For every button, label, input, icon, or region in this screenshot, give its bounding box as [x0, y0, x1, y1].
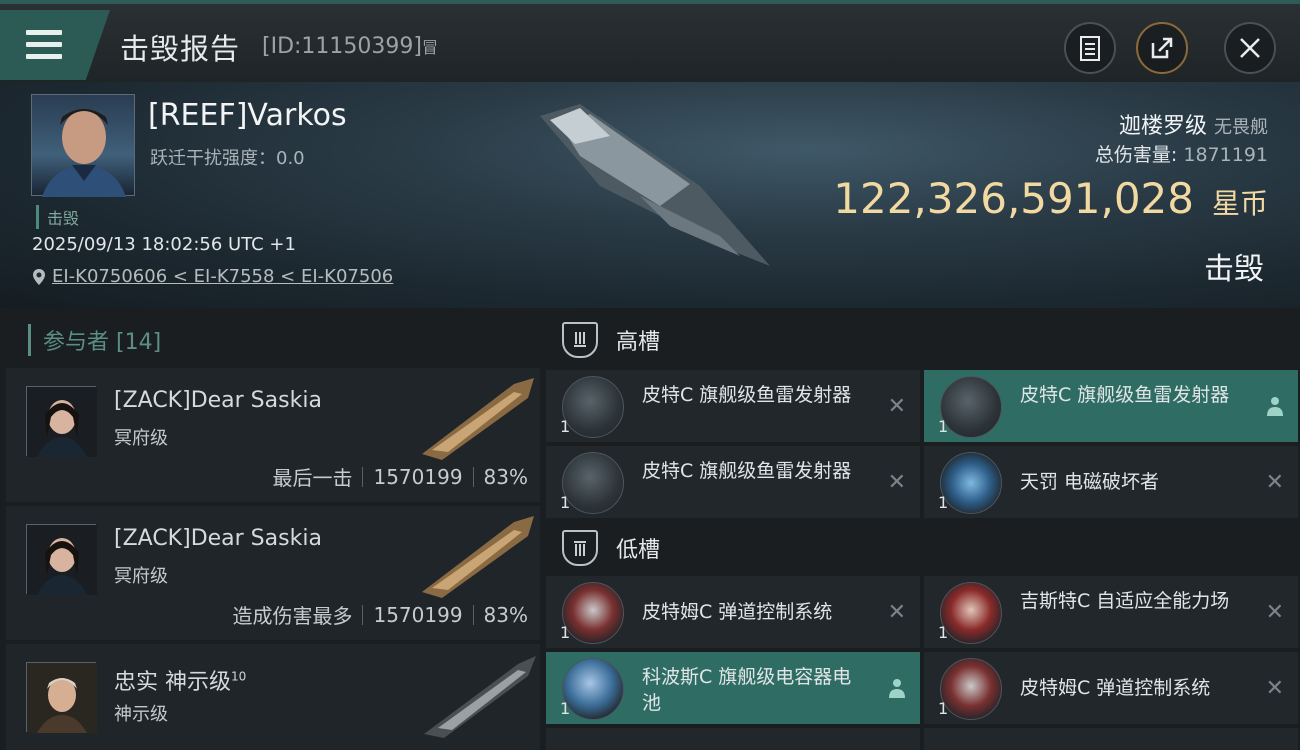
ballistic-control-icon — [562, 582, 624, 644]
victim-panel: [REEF]Varkos 跃迁干扰强度：0.0 击毁 2025/09/13 18… — [0, 82, 1300, 308]
high-slot-section: 高槽 — [540, 310, 1300, 370]
participant-ship: 冥府级 — [114, 428, 168, 449]
participant-ship-image — [422, 378, 534, 460]
kill-datetime: 2025/09/13 18:02:56 UTC +1 — [32, 234, 296, 255]
low-slot-icon — [562, 530, 598, 566]
top-bar: 击毁报告 [ID:11150399]冒 — [0, 0, 1300, 82]
dropped-person-icon — [889, 679, 905, 698]
warp-scramble-strength: 跃迁干扰强度：0.0 — [150, 148, 305, 169]
low-slot-section: 低槽 — [540, 518, 1300, 578]
ballistic-control-icon — [940, 658, 1002, 720]
shield-field-icon — [940, 582, 1002, 644]
participant-stats: 最后一击 1570199 83% — [272, 464, 528, 491]
total-damage: 总伤害量: 1871191 — [1094, 144, 1268, 166]
participant-ship-image — [422, 516, 534, 598]
fitting-panel: 高槽 1 皮特C 旗舰级鱼雷发射器 ✕ 1 皮特C 旗舰级鱼雷发射器 1 皮特C… — [540, 308, 1300, 750]
clipboard-button[interactable] — [1064, 22, 1116, 74]
menu-button[interactable] — [0, 10, 110, 80]
participant-avatar — [26, 524, 97, 595]
module-item-partial[interactable] — [924, 728, 1298, 750]
torpedo-launcher-icon — [562, 452, 624, 514]
torpedo-launcher-icon — [940, 376, 1002, 438]
capacitor-battery-icon — [562, 658, 624, 720]
high-slot-icon — [562, 322, 598, 358]
participant-avatar — [26, 662, 97, 733]
module-item[interactable]: 1 皮特C 旗舰级鱼雷发射器 — [924, 370, 1298, 442]
participant-ship: 神示级 — [114, 704, 168, 725]
torpedo-launcher-icon — [562, 376, 624, 438]
menu-icon — [26, 30, 62, 35]
emp-disruptor-icon — [940, 452, 1002, 514]
module-item-partial[interactable] — [546, 728, 920, 750]
participant-row[interactable]: [ZACK]Dear Saskia 冥府级 最后一击 1570199 83% — [6, 368, 540, 502]
module-item[interactable]: 1 皮特C 旗舰级鱼雷发射器 ✕ — [546, 446, 920, 518]
module-item[interactable]: 1 皮特姆C 弹道控制系统 ✕ — [924, 652, 1298, 724]
report-id: [ID:11150399]冒 — [262, 34, 438, 59]
victim-pilot-name[interactable]: [REEF]Varkos — [148, 98, 347, 133]
participant-name: [ZACK]Dear Saskia — [114, 388, 322, 413]
destroyed-icon: ✕ — [1265, 470, 1284, 495]
share-icon — [1151, 37, 1173, 59]
status-badge: 击毁 — [36, 205, 79, 229]
clipboard-icon — [1080, 36, 1100, 61]
module-item[interactable]: 1 天罚 电磁破坏者 ✕ — [924, 446, 1298, 518]
destroyed-icon: ✕ — [887, 394, 906, 419]
destroyed-icon: ✕ — [887, 600, 906, 625]
page-title: 击毁报告 — [120, 32, 241, 66]
participant-row[interactable]: 忠实 神示级10 神示级 — [6, 644, 540, 750]
module-item[interactable]: 1 吉斯特C 自适应全能力场 ✕ — [924, 576, 1298, 648]
destroyed-icon: ✕ — [1265, 600, 1284, 625]
isk-value: 122,326,591,028 星币 — [833, 174, 1268, 223]
module-item[interactable]: 1 科波斯C 旗舰级电容器电池 — [546, 652, 920, 724]
dropped-person-icon — [1267, 397, 1283, 416]
participant-ship: 冥府级 — [114, 566, 168, 587]
module-item[interactable]: 1 皮特C 旗舰级鱼雷发射器 ✕ — [546, 370, 920, 442]
kill-location[interactable]: EI-K0750606 < EI-K7558 < EI-K07506 — [32, 266, 393, 287]
kill-result: 击毁 — [1204, 252, 1264, 287]
close-button[interactable] — [1224, 22, 1276, 74]
participant-stats: 造成伤害最多 1570199 83% — [232, 602, 528, 629]
share-button[interactable] — [1136, 22, 1188, 74]
destroyed-icon: ✕ — [1265, 676, 1284, 701]
participant-ship-image — [424, 656, 536, 738]
copy-id-icon[interactable]: 冒 — [422, 38, 438, 57]
destroyed-icon: ✕ — [887, 470, 906, 495]
participants-panel: 参与者 [14] [ZACK]Dear Saskia 冥府级 最后一击 1570… — [0, 308, 540, 750]
participant-avatar — [26, 386, 97, 457]
participant-name: 忠实 神示级10 — [114, 669, 247, 695]
location-pin-icon — [33, 268, 45, 285]
victim-avatar[interactable] — [31, 94, 135, 197]
module-item[interactable]: 1 皮特姆C 弹道控制系统 ✕ — [546, 576, 920, 648]
participant-name: [ZACK]Dear Saskia — [114, 526, 322, 551]
victim-ship-type: 迦楼罗级 无畏舰 — [1118, 114, 1268, 139]
participants-header: 参与者 [14] — [28, 324, 161, 356]
victim-ship-image — [540, 104, 770, 266]
participant-row[interactable]: [ZACK]Dear Saskia 冥府级 造成伤害最多 1570199 83% — [6, 506, 540, 640]
close-icon — [1240, 38, 1260, 58]
